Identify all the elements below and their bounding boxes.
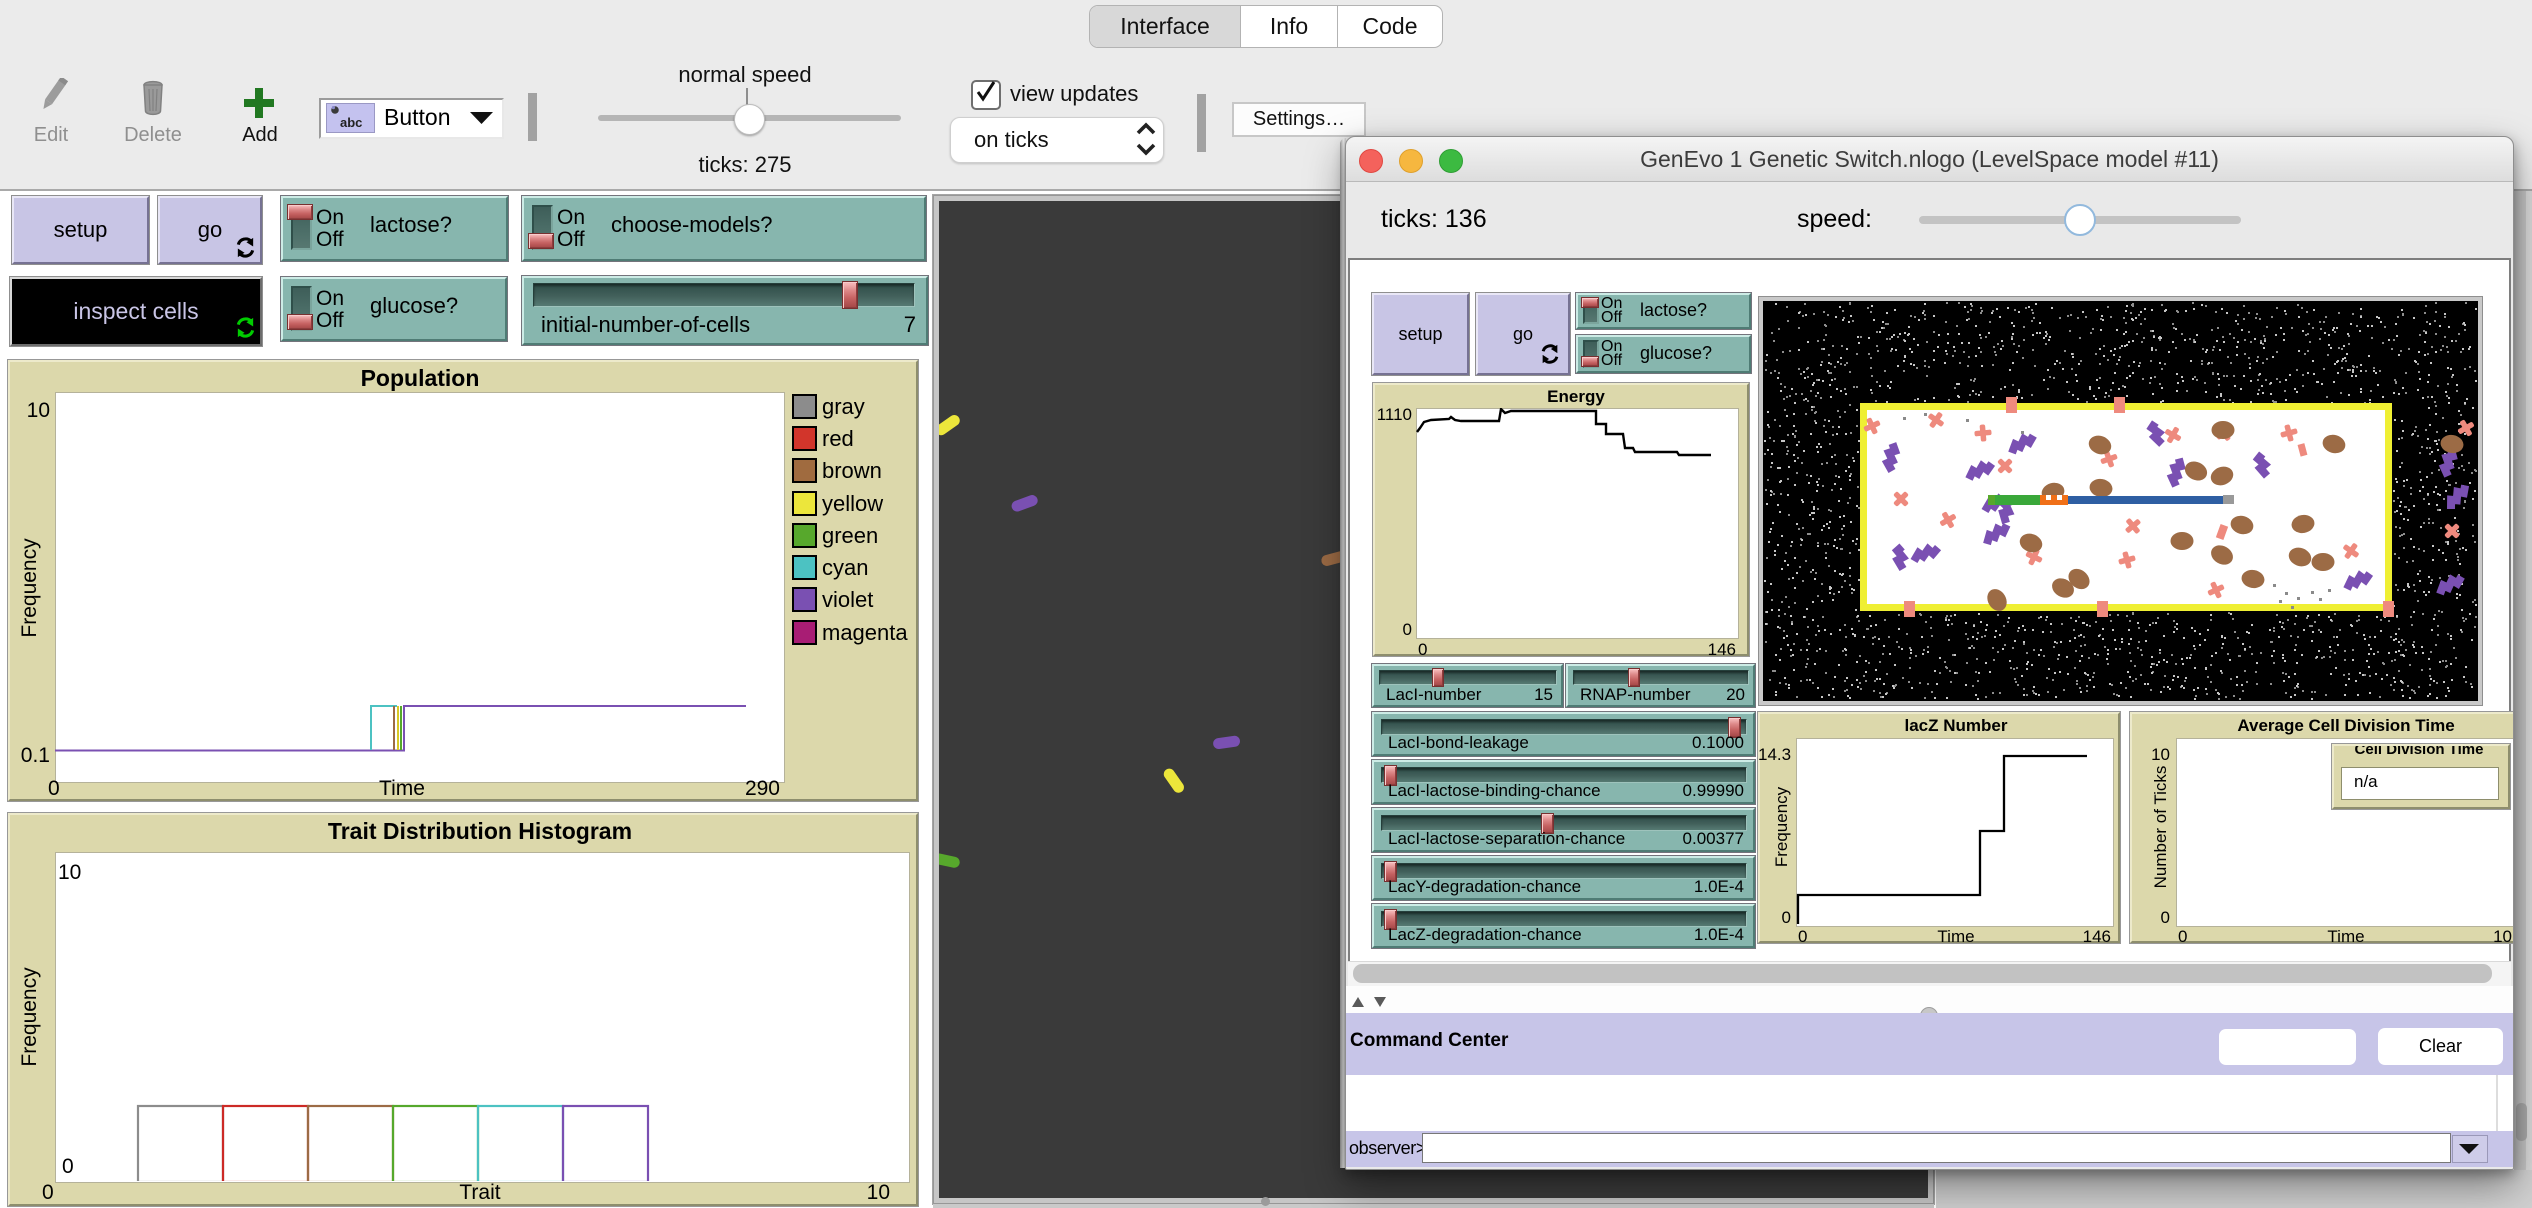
svg-text:abc: abc	[340, 115, 362, 130]
